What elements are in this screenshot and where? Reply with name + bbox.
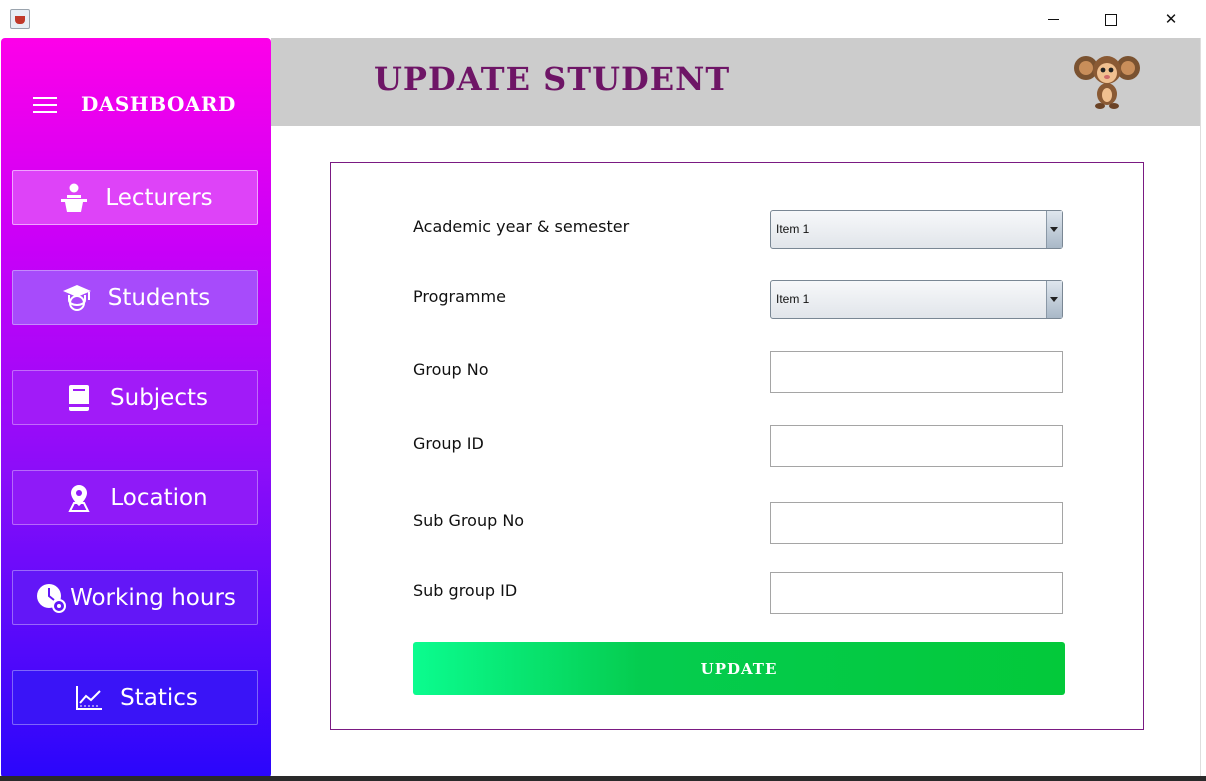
clock-gear-icon xyxy=(34,581,68,615)
close-icon: ✕ xyxy=(1164,10,1178,28)
dashboard-title: DASHBOARD xyxy=(81,92,236,116)
sidebar-item-working-hours[interactable]: Working hours xyxy=(12,570,258,625)
academic-year-label: Academic year & semester xyxy=(413,217,630,236)
academic-year-value: Item 1 xyxy=(776,222,810,236)
sidebar-item-label: Lecturers xyxy=(105,184,213,211)
programme-value: Item 1 xyxy=(776,292,810,306)
maximize-icon xyxy=(1105,13,1117,26)
group-no-field[interactable] xyxy=(770,351,1063,393)
sub-group-id-label: Sub group ID xyxy=(413,581,518,600)
chevron-down-icon[interactable] xyxy=(1046,281,1062,318)
sub-group-no-field[interactable] xyxy=(770,502,1063,544)
line-chart-icon xyxy=(72,681,106,715)
chevron-down-icon[interactable] xyxy=(1046,211,1062,248)
sidebar-item-label: Subjects xyxy=(110,384,208,411)
sidebar-item-students[interactable]: Students xyxy=(12,270,258,325)
taskbar-edge xyxy=(0,776,1206,781)
programme-select[interactable]: Item 1 xyxy=(770,280,1063,319)
sidebar-item-label: Working hours xyxy=(70,584,236,611)
sidebar-item-label: Students xyxy=(107,284,211,311)
maximize-button[interactable] xyxy=(1088,6,1134,32)
hamburger-menu-icon[interactable] xyxy=(33,95,57,113)
close-button[interactable]: ✕ xyxy=(1148,6,1194,32)
window-border xyxy=(1200,38,1206,781)
monkey-mascot-icon xyxy=(1072,50,1142,110)
minimize-icon xyxy=(1047,19,1059,20)
graduate-icon xyxy=(60,281,94,315)
sub-group-id-field[interactable] xyxy=(770,572,1063,614)
sidebar-item-location[interactable]: Location xyxy=(12,470,258,525)
sidebar-item-label: Location xyxy=(110,484,208,511)
update-button[interactable]: UPDATE xyxy=(413,642,1065,695)
sidebar-item-statics[interactable]: Statics xyxy=(12,670,258,725)
java-app-icon xyxy=(10,9,30,29)
sidebar-item-lecturers[interactable]: Lecturers xyxy=(12,170,258,225)
lecturer-icon xyxy=(57,181,91,215)
update-button-label: UPDATE xyxy=(700,659,778,678)
sidebar-item-subjects[interactable]: Subjects xyxy=(12,370,258,425)
group-no-label: Group No xyxy=(413,360,489,379)
book-icon xyxy=(62,381,96,415)
window-titlebar: ✕ xyxy=(0,0,1206,38)
minimize-button[interactable] xyxy=(1030,6,1076,32)
dashboard-header: DASHBOARD xyxy=(33,90,236,118)
page-header: UPDATE STUDENT xyxy=(271,38,1200,126)
sub-group-no-label: Sub Group No xyxy=(413,511,525,530)
programme-label: Programme xyxy=(413,287,506,306)
group-id-label: Group ID xyxy=(413,434,484,453)
academic-year-select[interactable]: Item 1 xyxy=(770,210,1063,249)
sidebar-item-label: Statics xyxy=(120,684,198,711)
location-pin-icon xyxy=(62,481,96,515)
page-title: UPDATE STUDENT xyxy=(374,60,731,98)
group-id-field[interactable] xyxy=(770,425,1063,467)
